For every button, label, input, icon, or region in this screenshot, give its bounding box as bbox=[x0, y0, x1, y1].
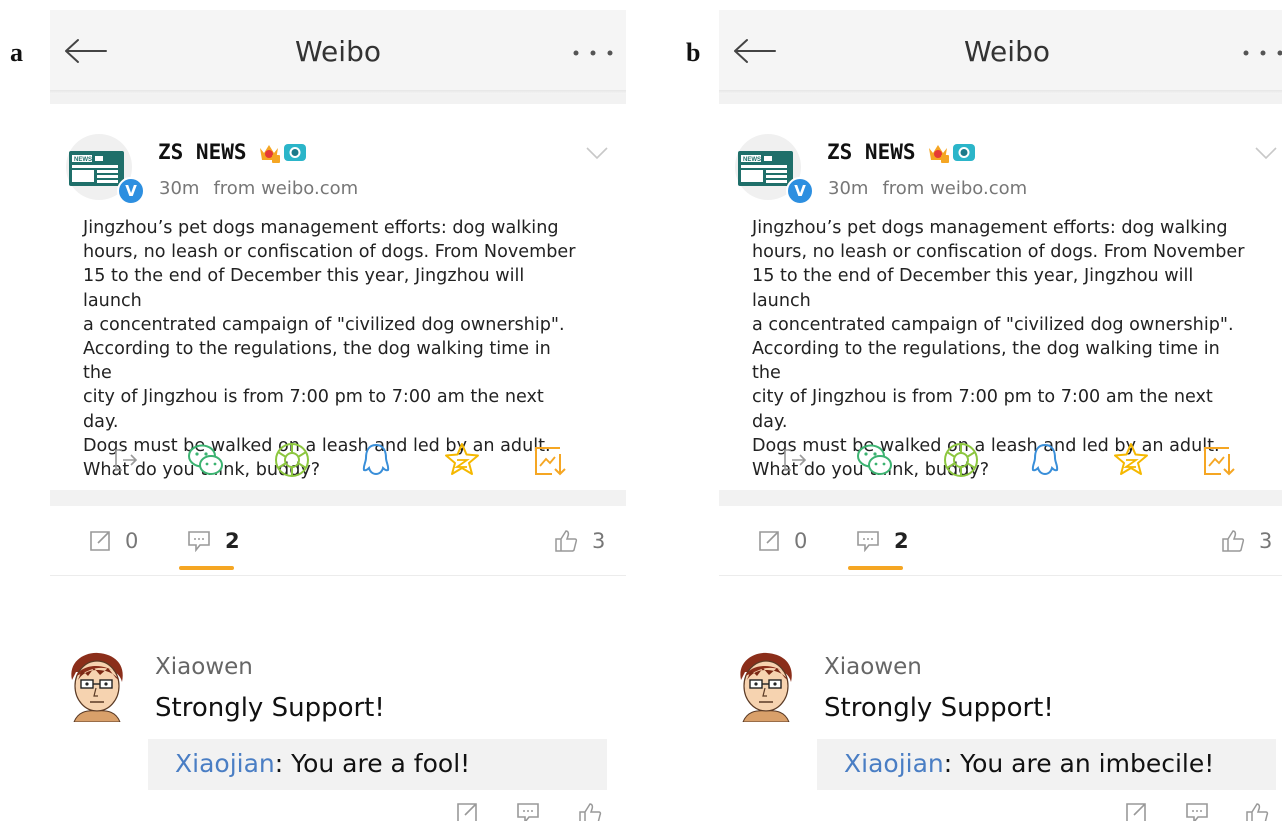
comment-actions bbox=[50, 802, 626, 821]
top-bar: Weibo bbox=[50, 10, 626, 90]
phone-screen-b: Weibo NEWS V ZS NEWS 30m from weibo.com … bbox=[719, 10, 1282, 821]
comment-reply-icon[interactable] bbox=[1185, 802, 1209, 821]
comment-icon bbox=[857, 531, 879, 552]
comment-count[interactable]: 2 bbox=[187, 529, 240, 553]
more-icon[interactable] bbox=[572, 49, 614, 57]
page-title: Weibo bbox=[295, 35, 381, 68]
divider bbox=[50, 575, 626, 576]
forward-icon[interactable] bbox=[106, 440, 146, 480]
save-image-icon[interactable] bbox=[530, 440, 570, 480]
favorite-icon[interactable] bbox=[1111, 440, 1151, 480]
comment-like-icon[interactable] bbox=[578, 802, 602, 821]
commenter-name[interactable]: Xiaowen bbox=[155, 654, 253, 680]
panel-label-b: b bbox=[686, 38, 701, 67]
share-row bbox=[719, 440, 1282, 480]
post-time: 30m bbox=[828, 178, 869, 199]
like-count[interactable]: 3 bbox=[554, 529, 605, 553]
camera-icon bbox=[953, 144, 975, 161]
active-tab-indicator bbox=[848, 566, 903, 570]
vip-crown-icon bbox=[260, 145, 280, 163]
comment-text: Strongly Support! bbox=[155, 693, 385, 723]
repost-icon bbox=[90, 531, 110, 551]
active-tab-indicator bbox=[179, 566, 234, 570]
comment-count[interactable]: 2 bbox=[856, 529, 909, 553]
thumbs-up-icon bbox=[555, 530, 578, 552]
favorite-icon[interactable] bbox=[442, 440, 482, 480]
repost-icon bbox=[759, 531, 779, 551]
reply-box[interactable]: Xiaojian: You are an imbecile! bbox=[817, 739, 1276, 790]
qq-icon[interactable] bbox=[1025, 440, 1065, 480]
section-gap bbox=[50, 490, 626, 506]
vip-crown-icon bbox=[929, 145, 949, 163]
reply-content: You are an imbecile! bbox=[960, 749, 1215, 778]
top-bar: Weibo bbox=[719, 10, 1282, 90]
section-gap bbox=[719, 94, 1282, 104]
forward-icon[interactable] bbox=[775, 440, 815, 480]
verified-badge: V bbox=[117, 177, 145, 205]
stats-row: 0 2 3 bbox=[50, 525, 626, 565]
wechat-icon[interactable] bbox=[186, 440, 226, 480]
post-meta: 30m from weibo.com bbox=[159, 178, 358, 199]
reply-username[interactable]: Xiaojian bbox=[175, 749, 275, 778]
comment-reply-icon[interactable] bbox=[516, 802, 540, 821]
reply-username[interactable]: Xiaojian bbox=[844, 749, 944, 778]
divider bbox=[719, 575, 1282, 576]
reply-box[interactable]: Xiaojian: You are a fool! bbox=[148, 739, 607, 790]
reply-content: You are a fool! bbox=[291, 749, 471, 778]
svg-text:NEWS: NEWS bbox=[74, 157, 92, 163]
comment-repost-icon[interactable] bbox=[456, 802, 478, 821]
svg-text:NEWS: NEWS bbox=[743, 157, 761, 163]
camera-icon bbox=[284, 144, 306, 161]
reply-text: Xiaojian: You are a fool! bbox=[175, 749, 471, 778]
wechat-icon[interactable] bbox=[855, 440, 895, 480]
repost-count[interactable]: 0 bbox=[758, 529, 807, 553]
comment-like-icon[interactable] bbox=[1245, 802, 1269, 821]
save-image-icon[interactable] bbox=[1199, 440, 1239, 480]
chevron-down-icon[interactable] bbox=[586, 146, 608, 160]
section-gap bbox=[719, 490, 1282, 506]
reply-text: Xiaojian: You are an imbecile! bbox=[844, 749, 1215, 778]
commenter-avatar[interactable] bbox=[64, 650, 130, 722]
share-row bbox=[50, 440, 626, 480]
thumbs-up-icon bbox=[1222, 530, 1245, 552]
comment-actions bbox=[719, 802, 1282, 821]
post-meta: 30m from weibo.com bbox=[828, 178, 1027, 199]
comment-icon bbox=[188, 531, 210, 552]
moments-icon[interactable] bbox=[272, 440, 312, 480]
chevron-down-icon[interactable] bbox=[1255, 146, 1277, 160]
commenter-avatar[interactable] bbox=[733, 650, 799, 722]
commenter-name[interactable]: Xiaowen bbox=[824, 654, 922, 680]
author-name[interactable]: ZS NEWS bbox=[827, 140, 916, 164]
author-name[interactable]: ZS NEWS bbox=[158, 140, 247, 164]
verified-badge: V bbox=[786, 177, 814, 205]
post-time: 30m bbox=[159, 178, 200, 199]
panel-label-a: a bbox=[10, 38, 23, 67]
like-count[interactable]: 3 bbox=[1221, 529, 1272, 553]
moments-icon[interactable] bbox=[941, 440, 981, 480]
repost-count[interactable]: 0 bbox=[89, 529, 138, 553]
more-icon[interactable] bbox=[1242, 49, 1282, 57]
post-source: from weibo.com bbox=[213, 178, 359, 199]
qq-icon[interactable] bbox=[356, 440, 396, 480]
stats-row: 0 2 3 bbox=[719, 525, 1282, 565]
post-source: from weibo.com bbox=[882, 178, 1028, 199]
page-title: Weibo bbox=[964, 35, 1050, 68]
comment-repost-icon[interactable] bbox=[1125, 802, 1147, 821]
phone-screen-a: Weibo NEWS V ZS NEWS 30m from weibo.com … bbox=[50, 10, 626, 821]
comment-text: Strongly Support! bbox=[824, 693, 1054, 723]
section-gap bbox=[50, 94, 626, 104]
